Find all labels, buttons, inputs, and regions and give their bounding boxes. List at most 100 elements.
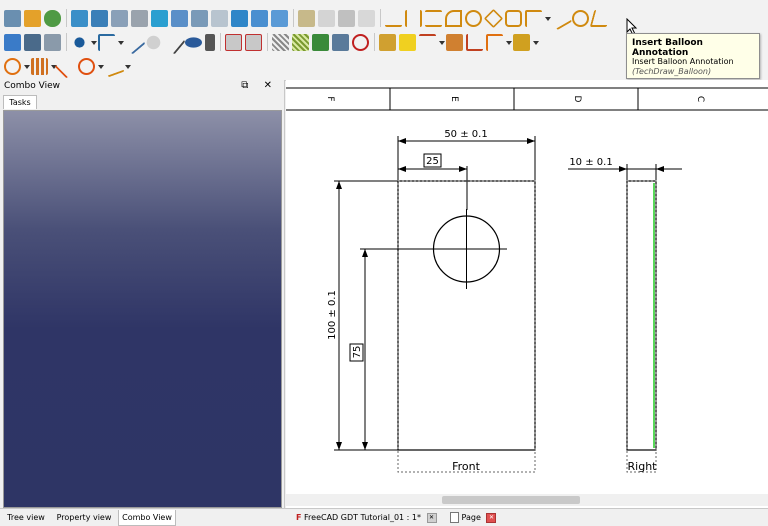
leader-line-icon[interactable]	[44, 33, 61, 51]
arch-view-icon[interactable]	[211, 9, 228, 27]
new-file-icon[interactable]	[4, 9, 21, 27]
link-dimension-icon[interactable]	[548, 6, 573, 30]
centerline-icon[interactable]	[98, 33, 115, 51]
surface-finish-icon[interactable]	[466, 33, 483, 51]
eye-icon[interactable]	[185, 36, 202, 48]
hatch-icon[interactable]	[272, 33, 289, 51]
tab-document[interactable]: F FreeCAD GDT Tutorial_01 : 1* ✕	[292, 510, 438, 525]
arrow-dropdown-icon[interactable]	[439, 34, 445, 51]
hole-x-dimension-label[interactable]: 25	[426, 156, 439, 167]
draft-view-icon[interactable]	[191, 9, 208, 27]
symbol-green-icon[interactable]	[312, 33, 329, 51]
landmark-dimension-icon[interactable]	[589, 9, 612, 27]
page-icon[interactable]	[358, 9, 375, 27]
tooltip-description: Insert Balloon Annotation	[632, 57, 734, 66]
toolbar-separator	[66, 9, 67, 27]
weld-symbol-icon[interactable]	[245, 33, 262, 51]
spark-icon[interactable]	[102, 55, 125, 77]
pencil-icon[interactable]	[161, 30, 186, 54]
angle3pt-dimension-icon[interactable]	[505, 9, 522, 27]
right-view-outline[interactable]	[626, 180, 657, 451]
extent-dropdown-icon[interactable]	[545, 10, 551, 27]
document-tab-label: FreeCAD GDT Tutorial_01 : 1*	[304, 513, 422, 522]
camera-icon[interactable]	[91, 9, 108, 27]
symbol-icon[interactable]	[271, 9, 288, 27]
close-icon[interactable]: ✕	[426, 512, 437, 523]
frame-letter-d: D	[572, 96, 582, 103]
projection-group-icon[interactable]	[111, 9, 128, 27]
geometric-hatch-icon[interactable]	[292, 33, 309, 51]
page-tab-label: Page	[461, 513, 481, 522]
refresh-icon[interactable]	[44, 9, 61, 27]
columns-icon[interactable]	[31, 57, 48, 75]
insert-view-icon[interactable]	[71, 9, 88, 27]
image-view-icon[interactable]	[332, 33, 349, 51]
tooltip-command: (TechDraw_Balloon)	[632, 67, 712, 76]
scrollbar-thumb[interactable]	[442, 496, 580, 504]
arrow-icon[interactable]	[419, 33, 436, 51]
bottom-bar: Tree view Property view Combo View F Fre…	[0, 508, 768, 526]
note-icon[interactable]	[399, 33, 416, 51]
cross-icon[interactable]	[54, 53, 79, 79]
length-dimension-icon[interactable]	[385, 10, 402, 27]
toolbar-row-3	[4, 53, 132, 79]
tab-tasks[interactable]: Tasks	[3, 95, 37, 109]
horizontal-dimension-icon[interactable]	[405, 9, 422, 27]
print-icon[interactable]	[338, 9, 355, 27]
cosmetic-eraser-icon[interactable]	[146, 35, 161, 49]
image-icon[interactable]	[225, 33, 242, 51]
tab-page[interactable]: Page ✕	[446, 510, 498, 525]
circle-target-dropdown-icon[interactable]	[98, 58, 104, 75]
radius-dimension-icon[interactable]	[445, 9, 462, 27]
front-view-label: Front	[452, 460, 481, 473]
balloon-icon[interactable]	[572, 9, 589, 27]
circle-target-icon[interactable]	[78, 57, 95, 75]
midpoint-icon[interactable]	[74, 36, 85, 48]
panel-controls[interactable]: ⧉ ✕	[241, 80, 278, 91]
toolbar-separator	[267, 33, 268, 51]
combo-view-title: Combo View	[4, 81, 60, 91]
drawing-canvas[interactable]: F E D C Front 50 ± 0.1 25 100 ± 0.1 75 R…	[286, 80, 768, 494]
datum-icon[interactable]	[486, 33, 503, 51]
cube-view-icon[interactable]	[151, 9, 168, 27]
cosmetic-line-icon[interactable]	[121, 30, 146, 54]
vertex-icon[interactable]	[24, 33, 41, 51]
spreadsheet-view-icon[interactable]	[231, 9, 248, 27]
toggle-frames-icon[interactable]	[352, 33, 369, 51]
target-icon[interactable]	[4, 57, 21, 75]
tolerance-dropdown-icon[interactable]	[533, 34, 539, 51]
export-dxf-icon[interactable]	[318, 9, 335, 27]
tolerance-icon[interactable]	[513, 33, 530, 51]
spark-dropdown-icon[interactable]	[125, 58, 131, 75]
toolbar-separator	[293, 9, 294, 27]
weld-group-icon[interactable]	[446, 33, 463, 51]
width-dimension-label[interactable]: 50 ± 0.1	[444, 129, 487, 140]
target-dropdown-icon[interactable]	[24, 58, 30, 75]
open-folder-icon[interactable]	[24, 9, 41, 27]
hole-y-dimension-label[interactable]: 75	[352, 346, 363, 359]
export-svg-icon[interactable]	[298, 9, 315, 27]
combo-view-panel: Combo View ⧉ ✕ Tasks	[0, 80, 285, 508]
page-icon	[450, 512, 459, 523]
diameter-dimension-icon[interactable]	[465, 9, 482, 27]
extent-dimension-icon[interactable]	[525, 9, 542, 27]
angle-dimension-icon[interactable]	[483, 8, 504, 28]
midpoint-dropdown-icon[interactable]	[91, 34, 97, 51]
drawing-page[interactable]: F E D C Front 50 ± 0.1 25 100 ± 0.1 75 R…	[286, 80, 768, 508]
detail-view-icon[interactable]	[171, 9, 188, 27]
annotation-icon[interactable]	[4, 33, 21, 51]
battery-icon[interactable]	[205, 33, 215, 51]
tab-property-view[interactable]: Property view	[55, 510, 113, 525]
vertical-dimension-icon[interactable]	[425, 9, 442, 27]
height-dimension-label[interactable]: 100 ± 0.1	[327, 290, 338, 340]
horizontal-scrollbar[interactable]	[286, 494, 768, 506]
section-view-icon[interactable]	[131, 9, 148, 27]
datum-dropdown-icon[interactable]	[506, 34, 512, 51]
clip-group-icon[interactable]	[251, 9, 268, 27]
tab-combo-view[interactable]: Combo View	[118, 510, 176, 526]
tab-tree-view[interactable]: Tree view	[4, 510, 48, 525]
close-icon[interactable]: ✕	[486, 512, 497, 523]
weld-icon[interactable]	[379, 33, 396, 51]
tooltip-title: Insert Balloon Annotation	[632, 38, 703, 58]
thickness-dimension-label[interactable]: 10 ± 0.1	[569, 157, 612, 168]
